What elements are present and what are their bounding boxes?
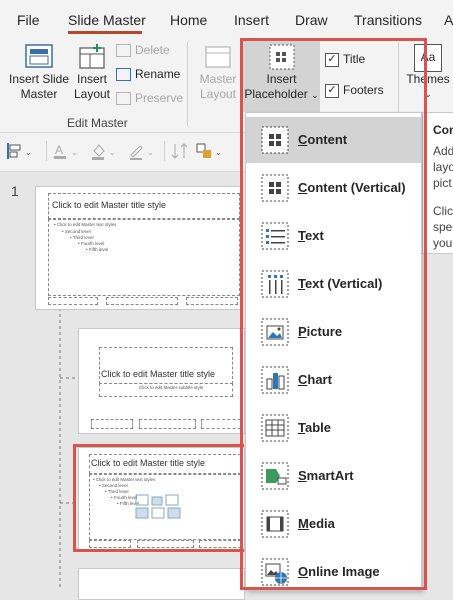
selected-layout-highlight — [73, 444, 244, 552]
svg-text:⌄: ⌄ — [71, 148, 78, 157]
preserve-icon — [116, 92, 131, 106]
rename-label: Rename — [135, 67, 181, 81]
tab-more[interactable]: A — [444, 12, 453, 28]
tab-transitions[interactable]: Transitions — [354, 12, 422, 28]
footer-placeholder — [106, 297, 178, 305]
tooltip-line: pict — [433, 176, 452, 190]
ribbon-tab-bar: File Slide Master Home Insert Draw Trans… — [0, 0, 453, 36]
insert-layout-icon — [79, 44, 105, 69]
insert-placeholder-highlight — [240, 38, 427, 590]
tooltip-line: you — [433, 236, 453, 250]
rename-icon — [116, 68, 131, 82]
master-body-line: • Fourth level — [78, 241, 105, 246]
delete-icon — [116, 44, 131, 58]
footer-placeholder — [201, 419, 241, 429]
svg-text:⌄: ⌄ — [215, 148, 222, 157]
master-body-line: • Second level — [62, 229, 91, 234]
master-body-line: • Third level — [70, 235, 94, 240]
align-icon[interactable]: ⌄ — [4, 141, 34, 161]
delete-button[interactable]: Delete — [116, 43, 170, 58]
insert-slide-master-icon — [25, 44, 53, 68]
svg-text:A: A — [55, 143, 63, 157]
master-layout-label-1: Master — [199, 72, 237, 86]
tab-slide-master[interactable]: Slide Master — [68, 12, 146, 28]
preserve-label: Preserve — [135, 91, 184, 105]
footer-placeholder — [139, 419, 196, 429]
toolbar-divider — [46, 141, 47, 161]
master-body-line: • Click to edit Master text styles — [54, 222, 117, 227]
ribbon-divider — [187, 42, 188, 126]
tab-home[interactable]: Home — [170, 12, 207, 28]
insert-layout-label-2: Layout — [73, 87, 111, 101]
next-layout-thumbnail[interactable] — [78, 568, 245, 600]
master-body-line: • Fifth level — [86, 247, 109, 252]
rename-button[interactable]: Rename — [116, 67, 181, 82]
insert-slide-master-label-1: Insert Slide — [8, 72, 70, 86]
tooltip-title: Con — [433, 123, 453, 137]
insert-layout-button[interactable]: Insert Layout — [72, 42, 112, 102]
svg-text:⌄: ⌄ — [25, 148, 32, 157]
tooltip-line: layo — [433, 160, 453, 174]
tooltip-line: spec — [433, 220, 453, 234]
layout-subtitle-text: Click to edit Master subtitle style — [139, 385, 204, 390]
svg-text:⌄: ⌄ — [109, 148, 116, 157]
title-layout-thumbnail[interactable]: Click to edit Master title style Click t… — [78, 328, 245, 434]
slide-master-thumbnail[interactable]: Click to edit Master title style • Click… — [35, 186, 242, 310]
insert-slide-master-label-2: Master — [20, 87, 58, 101]
footer-placeholder — [186, 297, 238, 305]
insert-slide-master-button[interactable]: Insert Slide Master — [8, 42, 70, 102]
tooltip-line: Add — [433, 144, 453, 158]
delete-label: Delete — [135, 43, 170, 57]
svg-text:⌄: ⌄ — [147, 148, 154, 157]
shape-outline-icon[interactable]: ⌄ — [128, 141, 158, 161]
master-layout-icon — [205, 46, 231, 68]
active-tab-indicator — [68, 31, 142, 34]
tab-file[interactable]: File — [17, 12, 40, 28]
tooltip-line: Clic — [433, 204, 453, 218]
font-color-icon[interactable]: A ⌄ — [52, 141, 82, 161]
footer-placeholder — [48, 297, 98, 305]
slide-number: 1 — [11, 183, 19, 199]
preserve-button[interactable]: Preserve — [116, 91, 184, 106]
arrange-icon[interactable]: ⌄ — [195, 141, 225, 161]
master-layout-button[interactable]: Master Layout — [196, 42, 240, 102]
tab-insert[interactable]: Insert — [234, 12, 269, 28]
shape-fill-icon[interactable]: ⌄ — [90, 141, 120, 161]
sort-icon[interactable] — [170, 141, 192, 161]
toolbar-divider-2 — [164, 141, 165, 161]
footer-placeholder — [91, 419, 133, 429]
insert-layout-label-1: Insert — [76, 72, 107, 86]
layout-title-text: Click to edit Master title style — [101, 369, 216, 379]
edit-master-group-label: Edit Master — [67, 116, 128, 130]
master-layout-label-2: Layout — [199, 87, 237, 101]
master-title-text: Click to edit Master title style — [52, 200, 167, 210]
tab-draw[interactable]: Draw — [295, 12, 328, 28]
